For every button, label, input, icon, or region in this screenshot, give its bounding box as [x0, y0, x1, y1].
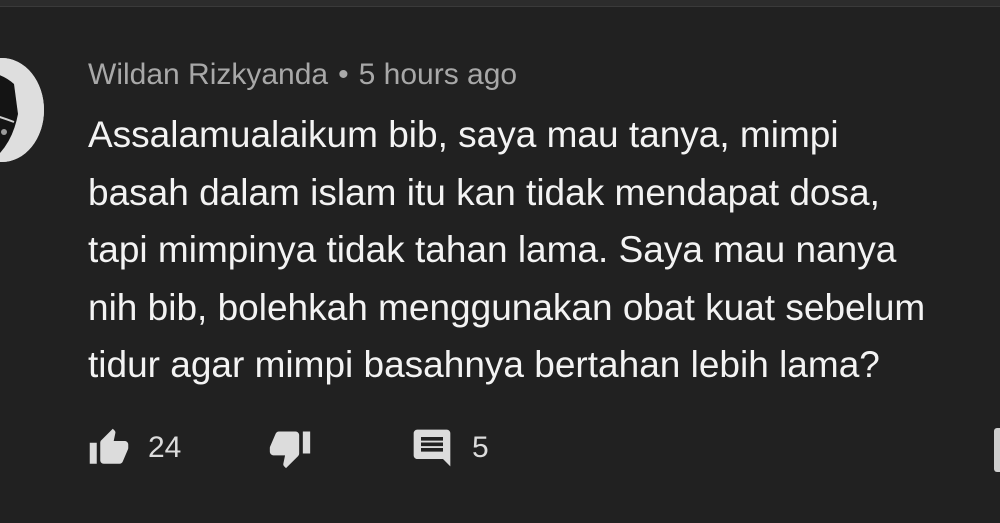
top-divider: [0, 0, 1000, 7]
timestamp[interactable]: 5 hours ago: [359, 58, 517, 91]
comment-line: tapi mimpinya tidak tahan lama. Saya mau…: [88, 229, 897, 270]
thumbs-down-icon[interactable]: [268, 426, 312, 470]
avatar-image: [0, 58, 44, 162]
avatar[interactable]: [0, 58, 44, 162]
comment-icon[interactable]: [410, 426, 454, 470]
thumbs-up-icon[interactable]: [88, 427, 130, 469]
like-button[interactable]: 24: [88, 420, 181, 476]
comment-line: basah dalam islam itu kan tidak mendapat…: [88, 171, 880, 213]
reply-button[interactable]: 5: [410, 420, 489, 476]
more-options-icon[interactable]: [994, 428, 1000, 472]
comment-line: Assalamualaikum bib, saya mau tanya, mim…: [88, 114, 839, 155]
comment-meta: Wildan Rizkyanda • 5 hours ago: [88, 56, 517, 94]
author-name[interactable]: Wildan Rizkyanda: [88, 58, 328, 91]
like-count: 24: [148, 431, 182, 464]
reply-count: 5: [472, 431, 489, 464]
meta-separator: •: [338, 58, 349, 91]
comment-line: tidur agar mimpi basahnya bertahan lebih…: [88, 344, 880, 385]
comment-text: Assalamualaikum bib, saya mau tanya, mim…: [88, 106, 993, 394]
comment-line: nih bib, bolehkah menggunakan obat kuat …: [88, 286, 926, 328]
dislike-button[interactable]: [268, 420, 312, 476]
comment-actions: 24 5: [88, 420, 988, 480]
